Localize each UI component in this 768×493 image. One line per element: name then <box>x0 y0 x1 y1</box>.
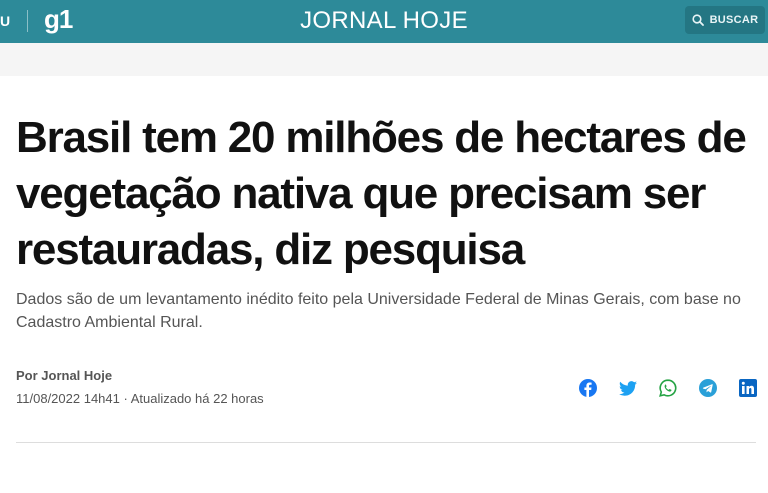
facebook-icon <box>579 379 597 397</box>
article-divider <box>16 442 756 443</box>
share-telegram-button[interactable] <box>697 377 719 399</box>
linkedin-icon <box>739 379 757 397</box>
share-linkedin-button[interactable] <box>737 377 759 399</box>
telegram-icon <box>699 379 717 397</box>
share-twitter-button[interactable] <box>617 377 639 399</box>
section-title[interactable]: JORNAL HOJE <box>0 7 768 35</box>
menu-label[interactable]: U <box>0 13 10 29</box>
g1-logo[interactable]: g1 <box>44 4 73 35</box>
whatsapp-icon <box>659 379 677 397</box>
header-divider <box>27 10 28 32</box>
search-label: BUSCAR <box>709 14 759 26</box>
ad-banner-area <box>0 43 768 76</box>
article-dateline: 11/08/2022 14h41 · Atualizado há 22 hora… <box>16 391 264 406</box>
search-icon <box>691 14 704 26</box>
article-headline: Brasil tem 20 milhões de hectares de veg… <box>16 113 747 274</box>
search-button[interactable]: BUSCAR <box>685 6 765 34</box>
site-header: U g1 JORNAL HOJE BUSCAR <box>0 0 768 43</box>
share-bar <box>577 377 759 399</box>
share-facebook-button[interactable] <box>577 377 599 399</box>
article-byline: Por Jornal Hoje <box>16 368 113 383</box>
twitter-icon <box>619 380 637 396</box>
share-whatsapp-button[interactable] <box>657 377 679 399</box>
article-subtitle: Dados são de um levantamento inédito fei… <box>16 291 741 331</box>
